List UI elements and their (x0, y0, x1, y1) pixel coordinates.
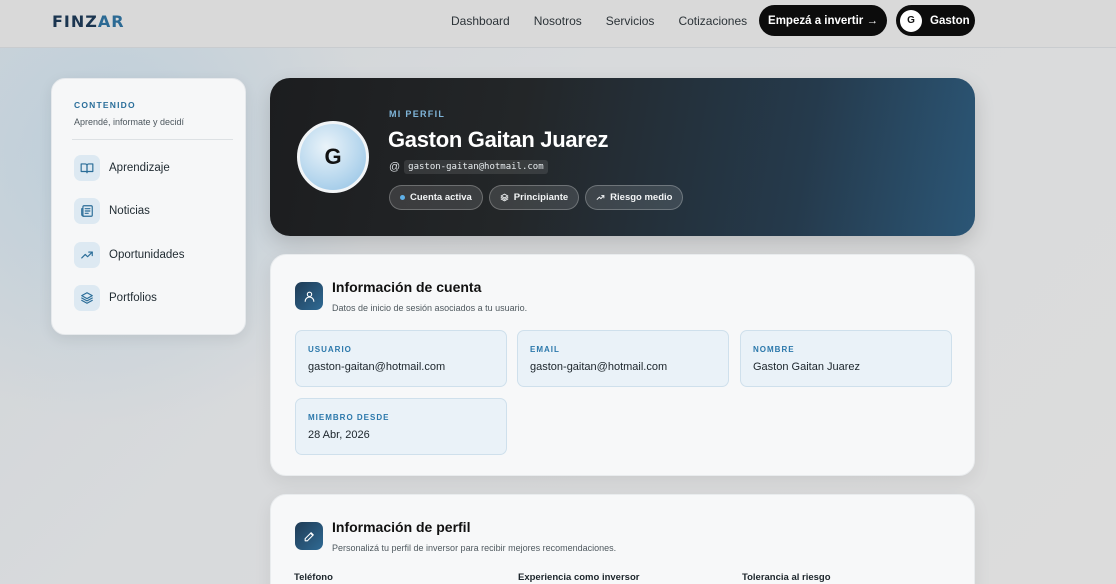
field-value: gaston-gaitan@hotmail.com (308, 361, 446, 373)
sidebar-item-noticias[interactable]: Noticias (74, 197, 229, 225)
nav-links: Dashboard Nosotros Servicios Cotizacione… (451, 14, 747, 28)
experience-label: Experiencia como inversor (518, 572, 640, 583)
chip-nivel: Principiante (488, 185, 580, 210)
top-navbar: FINZAR Dashboard Nosotros Servicios Coti… (0, 0, 1116, 48)
sidebar-item-oportunidades[interactable]: Oportunidades (74, 241, 229, 269)
sidebar-divider (72, 139, 233, 140)
field-label: EMAIL (530, 345, 560, 354)
start-investing-button[interactable]: Empezá a invertir → (759, 5, 887, 36)
layers-icon (74, 285, 100, 311)
trending-up-icon (596, 195, 605, 200)
chip-label: Cuenta activa (410, 192, 472, 203)
nav-link-cotizaciones[interactable]: Cotizaciones (678, 14, 747, 28)
trending-up-icon (74, 242, 100, 268)
hero-kicker: MI PERFIL (389, 109, 446, 119)
profile-card-subtitle: Personalizá tu perfil de inversor para r… (332, 543, 617, 553)
user-name: Gaston (930, 14, 970, 27)
profile-email: gaston-gaitan@hotmail.com (404, 160, 548, 174)
nav-link-dashboard[interactable]: Dashboard (451, 14, 510, 28)
newspaper-icon (74, 198, 100, 224)
field-miembro-desde: MIEMBRO DESDE 28 Abr, 2026 (295, 398, 507, 455)
chip-label: Principiante (513, 192, 569, 203)
status-dot-icon (400, 195, 405, 200)
risk-tolerance-label: Tolerancia al riesgo (742, 572, 831, 583)
field-usuario: USUARIO gaston-gaitan@hotmail.com (295, 330, 507, 387)
field-value: gaston-gaitan@hotmail.com (530, 361, 668, 373)
book-icon (74, 155, 100, 181)
profile-name: Gaston Gaitan Juarez (388, 127, 609, 152)
account-info-card: Información de cuenta Datos de inicio de… (270, 254, 975, 476)
at-icon: @ (389, 161, 401, 173)
sidebar-item-aprendizaje[interactable]: Aprendizaje (74, 154, 229, 182)
sidebar-title: CONTENIDO (74, 100, 136, 110)
user-icon (295, 282, 323, 310)
chip-riesgo: Riesgo medio (585, 185, 684, 210)
nav-link-nosotros[interactable]: Nosotros (534, 14, 582, 28)
sidebar-item-label: Oportunidades (109, 249, 185, 261)
field-label: NOMBRE (753, 345, 795, 354)
user-menu-button[interactable]: G Gaston (896, 5, 975, 36)
content-sidebar: CONTENIDO Aprendé, informate y decidí Ap… (51, 78, 246, 335)
nav-link-servicios[interactable]: Servicios (606, 14, 655, 28)
field-label: USUARIO (308, 345, 352, 354)
sidebar-item-label: Noticias (109, 205, 150, 217)
profile-hero: G MI PERFIL Gaston Gaitan Juarez @ gasto… (270, 78, 975, 236)
field-email: EMAIL gaston-gaitan@hotmail.com (517, 330, 729, 387)
chip-cuenta-activa: Cuenta activa (389, 185, 483, 210)
profile-handle: @ gaston-gaitan@hotmail.com (389, 160, 548, 174)
field-nombre: NOMBRE Gaston Gaitan Juarez (740, 330, 952, 387)
sidebar-item-portfolios[interactable]: Portfolios (74, 284, 229, 312)
profile-card-title: Información de perfil (332, 519, 471, 535)
profile-info-card: Información de perfil Personalizá tu per… (270, 494, 975, 584)
layers-icon (500, 193, 509, 202)
field-value: 28 Abr, 2026 (308, 429, 370, 441)
finzar-logo[interactable]: FINZAR (52, 12, 125, 31)
field-label: MIEMBRO DESDE (308, 413, 390, 422)
profile-avatar: G (297, 121, 369, 193)
phone-label: Teléfono (294, 572, 333, 583)
sidebar-subtitle: Aprendé, informate y decidí (74, 117, 185, 127)
account-card-title: Información de cuenta (332, 279, 482, 295)
sidebar-item-label: Aprendizaje (109, 162, 170, 174)
user-avatar: G (900, 9, 922, 32)
chip-label: Riesgo medio (610, 192, 673, 203)
status-chips: Cuenta activa Principiante Riesgo medio (389, 185, 684, 210)
account-card-subtitle: Datos de inicio de sesión asociados a tu… (332, 303, 528, 313)
sidebar-item-label: Portfolios (109, 292, 157, 304)
edit-icon (295, 522, 323, 550)
field-value: Gaston Gaitan Juarez (753, 361, 861, 373)
